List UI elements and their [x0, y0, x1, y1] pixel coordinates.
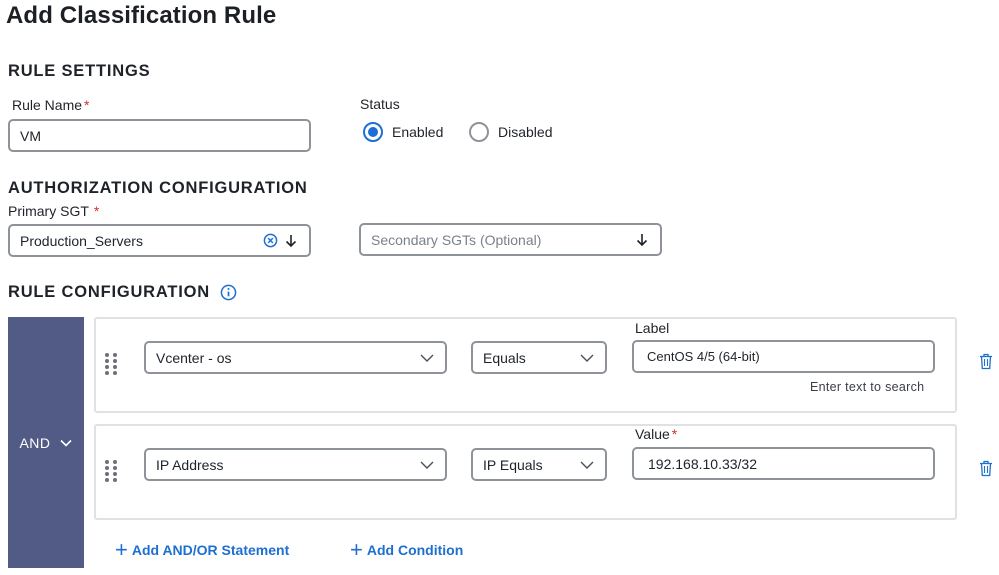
- status-enabled-label: Enabled: [392, 124, 444, 140]
- search-hint: Enter text to search: [810, 380, 925, 394]
- drag-handle-icon[interactable]: [104, 459, 118, 483]
- rule-settings-heading: RULE SETTINGS: [8, 62, 151, 80]
- condition-attribute-select[interactable]: Vcenter - os: [144, 341, 447, 374]
- status-radio-enabled[interactable]: Enabled: [363, 122, 443, 142]
- rule-name-label: Rule Name *: [12, 97, 89, 113]
- secondary-sgt-select[interactable]: Secondary SGTs (Optional): [359, 223, 662, 256]
- required-marker: *: [84, 97, 90, 113]
- trash-icon[interactable]: [979, 353, 993, 370]
- chevron-down-icon: [580, 354, 594, 362]
- condition-value-text: 192.168.10.33/32: [648, 455, 757, 472]
- condition-value-text: CentOS 4/5 (64-bit): [647, 349, 760, 364]
- page-title: Add Classification Rule: [6, 2, 277, 29]
- trash-icon[interactable]: [979, 460, 993, 477]
- condition-attribute-select[interactable]: IP Address: [144, 448, 447, 481]
- plus-icon: +: [115, 537, 128, 562]
- condition-operator-value: Equals: [483, 349, 526, 366]
- drag-handle-icon[interactable]: [104, 352, 118, 376]
- condition-operator-select[interactable]: Equals: [471, 341, 607, 374]
- rule-name-input[interactable]: VM: [8, 119, 311, 152]
- condition-value-label: Label: [635, 320, 670, 336]
- chevron-down-icon: [420, 354, 434, 362]
- authorization-heading: AUTHORIZATION CONFIGURATION: [8, 179, 308, 197]
- condition-attribute-value: IP Address: [156, 456, 224, 473]
- status-radio-disabled[interactable]: Disabled: [469, 122, 552, 142]
- info-icon[interactable]: [220, 284, 237, 301]
- arrow-down-icon[interactable]: [283, 233, 299, 249]
- operator-label: AND: [19, 434, 51, 451]
- status-disabled-label: Disabled: [498, 124, 553, 140]
- condition-operator-select[interactable]: IP Equals: [471, 448, 607, 481]
- rule-name-value: VM: [20, 127, 41, 144]
- status-label: Status: [360, 96, 400, 112]
- arrow-down-icon[interactable]: [634, 232, 650, 248]
- add-condition-label: Add Condition: [366, 542, 464, 558]
- primary-sgt-select[interactable]: Production_Servers: [8, 224, 311, 257]
- condition-value-label-text: Value: [635, 426, 670, 442]
- radio-selected-icon[interactable]: [363, 122, 383, 142]
- condition-value-label: Value *: [635, 426, 677, 442]
- chevron-down-icon: [420, 461, 434, 469]
- required-marker: *: [671, 426, 678, 442]
- condition-attribute-value: Vcenter - os: [156, 349, 232, 366]
- required-marker: *: [93, 203, 100, 219]
- condition-value-input[interactable]: CentOS 4/5 (64-bit): [632, 340, 935, 373]
- operator-selector[interactable]: AND: [8, 317, 84, 568]
- plus-icon: +: [350, 537, 363, 562]
- primary-sgt-label: Primary SGT *: [8, 203, 99, 219]
- chevron-down-icon: [59, 439, 72, 447]
- rule-name-label-text: Rule Name: [12, 97, 83, 113]
- add-condition-link[interactable]: + Add Condition: [350, 539, 463, 561]
- radio-unselected-icon[interactable]: [469, 122, 489, 142]
- condition-value-input[interactable]: 192.168.10.33/32: [632, 447, 935, 480]
- rule-configuration-heading: RULE CONFIGURATION: [8, 283, 237, 302]
- primary-sgt-value: Production_Servers: [20, 232, 143, 249]
- rule-configuration-heading-text: RULE CONFIGURATION: [8, 283, 210, 301]
- chevron-down-icon: [580, 461, 594, 469]
- clear-icon[interactable]: [263, 233, 278, 248]
- add-and-or-statement-link[interactable]: + Add AND/OR Statement: [115, 539, 289, 561]
- add-and-or-statement-label: Add AND/OR Statement: [131, 542, 290, 558]
- primary-sgt-label-text: Primary SGT: [8, 203, 89, 219]
- secondary-sgt-placeholder: Secondary SGTs (Optional): [371, 231, 542, 248]
- condition-operator-value: IP Equals: [483, 456, 543, 473]
